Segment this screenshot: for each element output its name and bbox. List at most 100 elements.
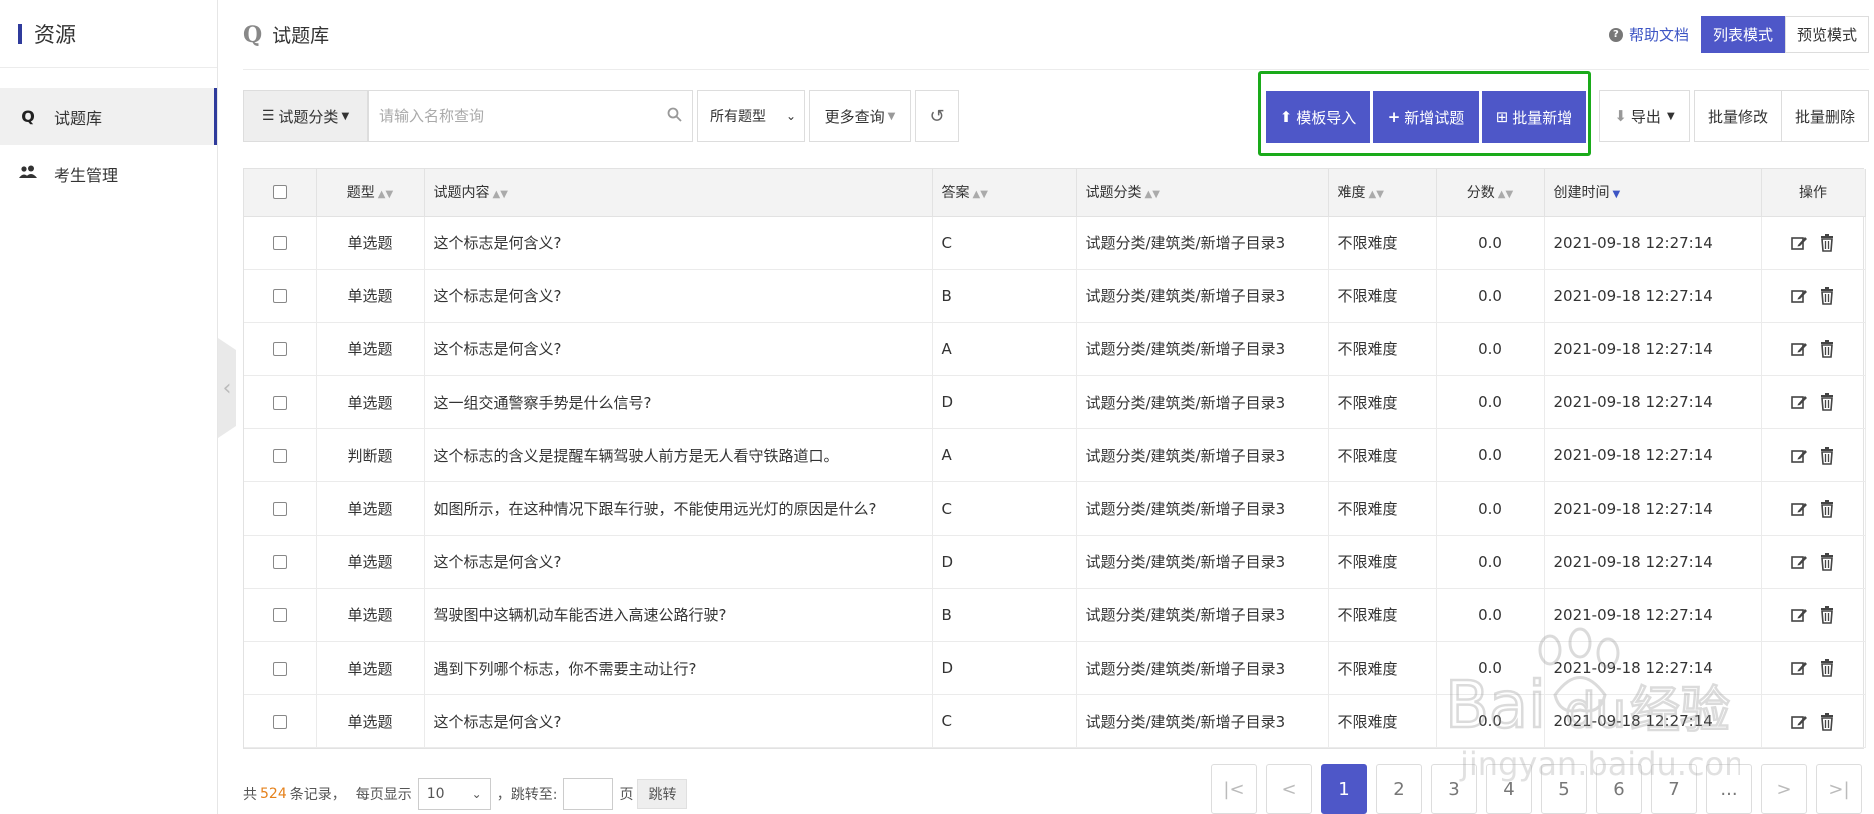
page-button[interactable]: 7 — [1651, 764, 1697, 814]
row-checkbox[interactable] — [272, 395, 287, 410]
sidebar-item-examinee-management[interactable]: 考生管理 — [0, 145, 217, 202]
edit-icon[interactable] — [1790, 713, 1808, 731]
trash-icon[interactable] — [1818, 499, 1836, 518]
reset-button[interactable]: ↺ — [915, 90, 959, 142]
sidebar-accent-bar — [18, 23, 22, 44]
chevron-down-icon: ⌄ — [471, 787, 482, 801]
table-row[interactable]: 单选题 如图所示，在这种情况下跟车行驶，不能使用远光灯的原因是什么? C 试题分类/建… — [244, 481, 1866, 536]
column-header-content[interactable]: 试题内容 ▲▼ — [424, 169, 933, 217]
row-checkbox[interactable] — [272, 502, 287, 517]
trash-icon[interactable] — [1818, 287, 1836, 305]
cell-content: 这个标志是何含义? — [424, 269, 933, 323]
cell-score: 0.0 — [1436, 428, 1545, 483]
edit-icon[interactable] — [1790, 287, 1808, 305]
cell-score: 0.0 — [1436, 641, 1545, 696]
column-header-category[interactable]: 试题分类 ▲▼ — [1076, 169, 1329, 217]
edit-icon[interactable] — [1790, 659, 1808, 677]
cell-created: 2021-09-18 12:27:14 — [1544, 428, 1762, 483]
jump-button[interactable]: 跳转 — [637, 779, 688, 809]
first-page-button[interactable]: |< — [1211, 764, 1257, 814]
export-button[interactable]: ⬇ 导出 ▼ — [1599, 90, 1690, 142]
column-header-created[interactable]: 创建时间 ▼ — [1544, 169, 1762, 217]
page-button[interactable]: 4 — [1486, 764, 1532, 814]
select-all-checkbox[interactable] — [272, 185, 287, 200]
last-page-button[interactable]: >| — [1816, 764, 1862, 814]
page-button[interactable]: 2 — [1376, 764, 1422, 814]
cell-score: 0.0 — [1436, 216, 1545, 270]
table-row[interactable]: 单选题 这个标志是何含义? A 试题分类/建筑类/新增子目录3 不限难度 0.0 2021-… — [244, 322, 1866, 377]
search-icon[interactable] — [667, 107, 682, 126]
toolbar: ☰ 试题分类 ▼ 所有题型 ⌄ 更多查询 ▼ ↺ ⬆ 模板导入 + 新增试题 — [243, 71, 1869, 156]
page-button[interactable]: 5 — [1541, 764, 1587, 814]
batch-add-button[interactable]: ⊞ 批量新增 — [1482, 91, 1586, 143]
trash-icon[interactable] — [1818, 446, 1836, 465]
page-button[interactable]: 3 — [1431, 764, 1477, 814]
edit-icon[interactable] — [1790, 340, 1808, 358]
sidebar-header: 资源 — [0, 0, 217, 68]
edit-icon[interactable] — [1790, 606, 1808, 624]
row-select-cell — [244, 694, 317, 749]
edit-icon[interactable] — [1790, 393, 1808, 411]
trash-icon[interactable] — [1818, 233, 1836, 252]
row-checkbox[interactable] — [272, 342, 287, 357]
sidebar-title: 资源 — [34, 22, 76, 47]
table-row[interactable]: 单选题 驾驶图中这辆机动车能否进入高速公路行驶? B 试题分类/建筑类/新增子目录3 不… — [244, 588, 1866, 643]
row-checkbox[interactable] — [272, 661, 287, 676]
column-header-type[interactable]: 题型 ▲▼ — [316, 169, 425, 217]
edit-icon[interactable] — [1790, 553, 1808, 571]
row-checkbox[interactable] — [272, 608, 287, 623]
table-row[interactable]: 单选题 这个标志是何含义? B 试题分类/建筑类/新增子目录3 不限难度 0.0 2021-… — [244, 269, 1866, 323]
batch-edit-button[interactable]: 批量修改 — [1694, 90, 1782, 142]
question-type-select[interactable]: 所有题型 ⌄ — [697, 90, 805, 142]
chevron-left-icon: ‹ — [222, 375, 232, 401]
column-header-score[interactable]: 分数 ▲▼ — [1436, 169, 1545, 217]
cell-category: 试题分类/建筑类/新增子目录3 — [1076, 375, 1329, 430]
trash-icon[interactable] — [1818, 659, 1836, 678]
jump-page-input[interactable] — [563, 778, 614, 810]
row-checkbox[interactable] — [272, 555, 287, 570]
table-row[interactable]: 单选题 这个标志是何含义? C 试题分类/建筑类/新增子目录3 不限难度 0.0 2021-… — [244, 694, 1866, 749]
trash-icon[interactable] — [1818, 552, 1836, 571]
table-row[interactable]: 单选题 这个标志是何含义? C 试题分类/建筑类/新增子目录3 不限难度 0.0 2021-… — [244, 216, 1866, 270]
row-checkbox[interactable] — [272, 448, 287, 463]
table-row[interactable]: 单选题 这个标志是何含义? D 试题分类/建筑类/新增子目录3 不限难度 0.0 2021-… — [244, 535, 1866, 589]
sidebar-collapse-handle[interactable]: ‹ — [218, 338, 236, 438]
help-link[interactable]: ? 帮助文档 — [1608, 24, 1689, 45]
search-input[interactable] — [379, 107, 667, 125]
table-row[interactable]: 判断题 这个标志的含义是提醒车辆驾驶人前方是无人看守铁路道口。 A 试题分类/建筑类/… — [244, 428, 1866, 483]
trash-icon[interactable] — [1818, 393, 1836, 412]
cell-actions — [1761, 535, 1866, 589]
row-checkbox[interactable] — [272, 714, 287, 729]
column-header-difficulty[interactable]: 难度 ▲▼ — [1328, 169, 1437, 217]
category-filter-button[interactable]: ☰ 试题分类 ▼ — [243, 90, 368, 142]
batch-delete-button[interactable]: 批量删除 — [1781, 90, 1869, 142]
add-question-button[interactable]: + 新增试题 — [1373, 91, 1479, 143]
sidebar-item-question-bank[interactable]: Q 试题库 — [0, 88, 217, 145]
next-page-button[interactable]: > — [1761, 764, 1807, 814]
page-button[interactable]: 1 — [1321, 764, 1367, 814]
page-size-value: 10 — [426, 786, 445, 802]
download-icon: ⬇ — [1614, 107, 1627, 125]
cell-difficulty: 不限难度 — [1328, 588, 1437, 643]
table-row[interactable]: 单选题 这一组交通警察手势是什么信号? D 试题分类/建筑类/新增子目录3 不限难度 0.… — [244, 375, 1866, 430]
help-link-label: 帮助文档 — [1628, 26, 1689, 44]
column-header-answer[interactable]: 答案 ▲▼ — [932, 169, 1077, 217]
row-checkbox[interactable] — [272, 289, 287, 304]
page-button[interactable]: 6 — [1596, 764, 1642, 814]
preview-mode-button[interactable]: 预览模式 — [1784, 16, 1869, 53]
trash-icon[interactable] — [1818, 340, 1836, 359]
trash-icon[interactable] — [1818, 712, 1836, 731]
row-checkbox[interactable] — [272, 236, 287, 251]
question-table: 题型 ▲▼ 试题内容 ▲▼ 答案 ▲▼ 试题分类 ▲▼ 难度 ▲▼ 分数 ▲▼ 创建时间 ▼ … — [243, 168, 1866, 750]
trash-icon[interactable] — [1818, 606, 1836, 624]
page-size-select[interactable]: 10 ⌄ — [417, 778, 491, 810]
more-query-button[interactable]: 更多查询 ▼ — [809, 90, 911, 142]
template-import-button[interactable]: ⬆ 模板导入 — [1266, 91, 1370, 143]
cell-answer: A — [932, 428, 1077, 483]
edit-icon[interactable] — [1790, 500, 1808, 518]
prev-page-button[interactable]: < — [1266, 764, 1312, 814]
list-mode-button[interactable]: 列表模式 — [1700, 16, 1785, 53]
table-row[interactable]: 单选题 遇到下列哪个标志，你不需要主动让行? D 试题分类/建筑类/新增子目录3 不限难… — [244, 641, 1866, 696]
edit-icon[interactable] — [1790, 234, 1808, 252]
edit-icon[interactable] — [1790, 447, 1808, 465]
